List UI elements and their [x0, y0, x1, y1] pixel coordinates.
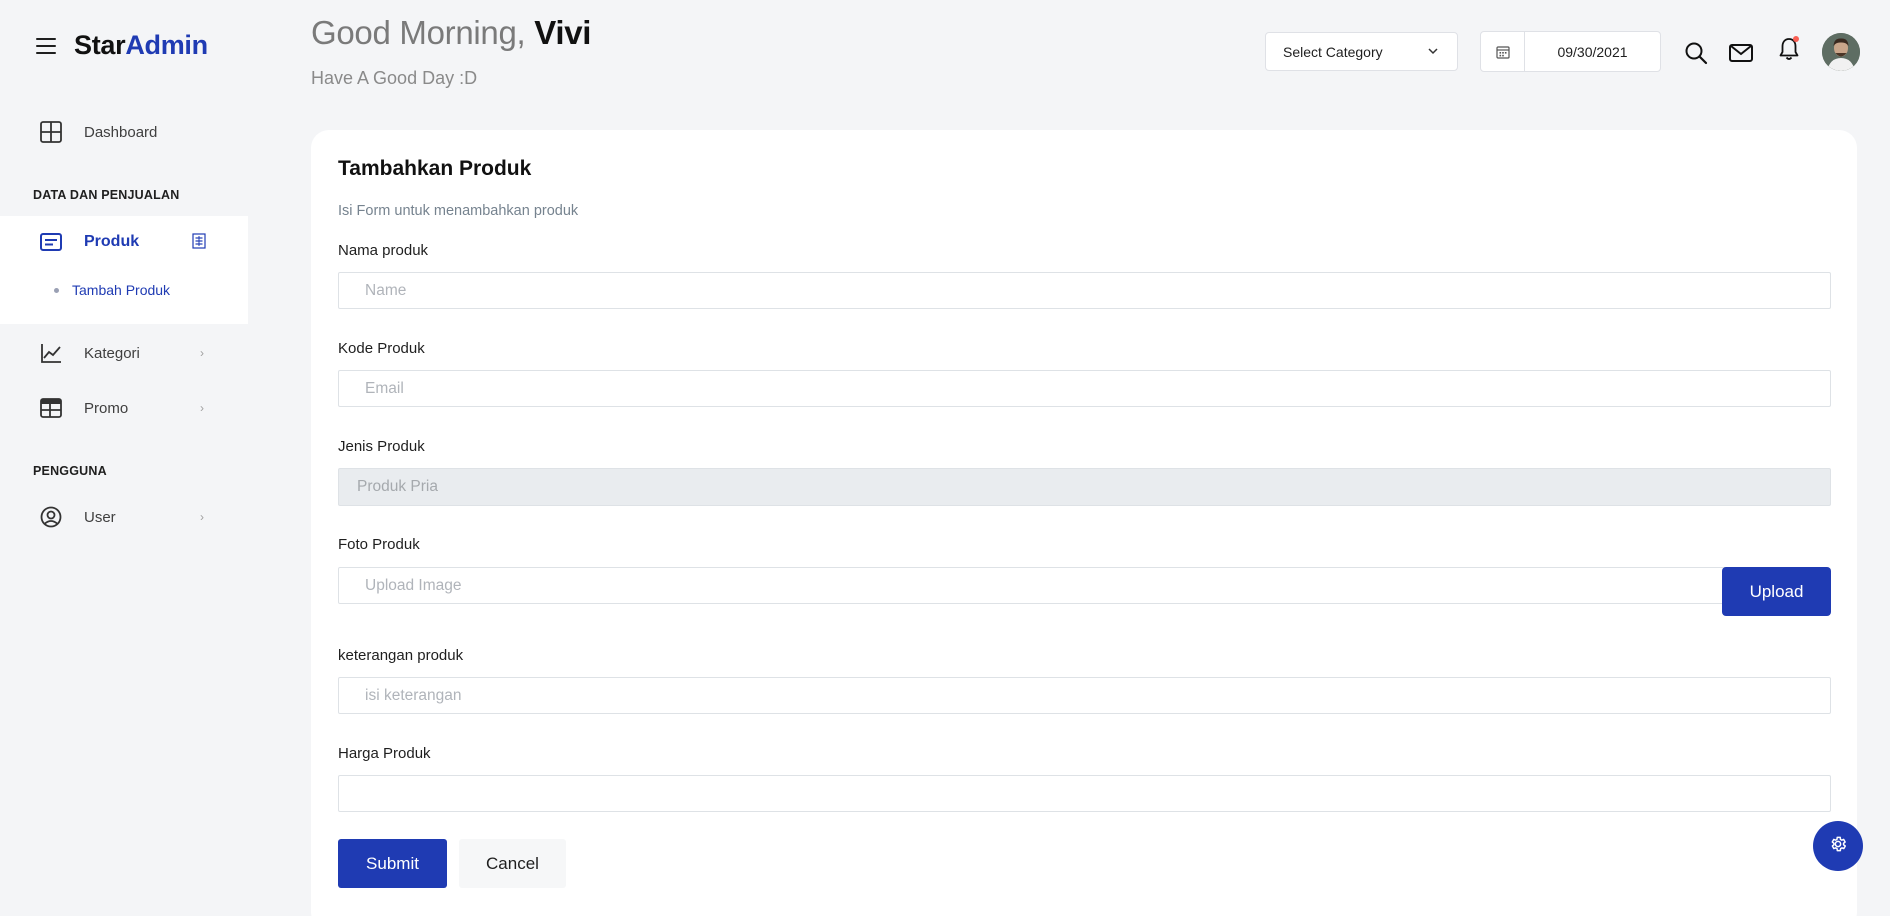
cancel-button[interactable]: Cancel	[459, 839, 566, 888]
sidebar-item-label: Kategori	[84, 344, 140, 362]
sidebar-item-user[interactable]: User ›	[0, 492, 248, 542]
menu-open-icon	[192, 233, 206, 249]
chevron-right-icon: ›	[200, 510, 204, 524]
chart-line-icon	[38, 340, 64, 366]
chevron-right-icon: ›	[200, 346, 204, 360]
foto-produk-input[interactable]: Upload Image	[338, 567, 1728, 604]
section-label-users: PENGGUNA	[33, 464, 107, 478]
sidebar-item-label: Produk	[84, 233, 140, 250]
sidebar-item-produk[interactable]: Produk	[0, 216, 248, 268]
sidebar-subitem-label: Tambah Produk	[72, 282, 171, 298]
kode-produk-label: Kode Produk	[338, 340, 425, 357]
submit-button[interactable]: Submit	[338, 839, 447, 888]
section-label-sales: DATA DAN PENJUALAN	[33, 188, 180, 202]
sidebar: StarAdmin Dashboard DATA DAN PENJUALAN P…	[0, 0, 248, 916]
user-name: Vivi	[534, 14, 592, 51]
nama-produk-input[interactable]: Name	[338, 272, 1831, 309]
harga-produk-input[interactable]	[338, 775, 1831, 812]
sidebar-item-kategori[interactable]: Kategori ›	[0, 328, 248, 378]
bullet-icon	[54, 287, 59, 293]
kode-produk-input[interactable]: Email	[338, 370, 1831, 407]
jenis-produk-input[interactable]: Produk Pria	[338, 468, 1831, 506]
nama-produk-label: Nama produk	[338, 242, 429, 259]
bell-icon[interactable]	[1776, 36, 1802, 62]
category-select[interactable]: Select Category	[1265, 32, 1458, 71]
keterangan-produk-label: keterangan produk	[338, 647, 464, 664]
date-value: 09/30/2021	[1557, 43, 1628, 60]
account-circle-icon	[38, 504, 64, 530]
settings-fab[interactable]	[1813, 821, 1863, 871]
sidebar-item-label: User	[84, 508, 116, 526]
harga-produk-label: Harga Produk	[338, 745, 431, 762]
menu-icon[interactable]	[36, 37, 56, 54]
notification-dot	[1793, 36, 1799, 42]
chevron-right-icon: ›	[200, 401, 204, 415]
sidebar-item-label: Dashboard	[84, 123, 158, 141]
brand: StarAdmin	[36, 30, 208, 61]
add-product-card: Tambahkan Produk Isi Form untuk menambah…	[311, 130, 1857, 916]
calendar-icon[interactable]	[1481, 32, 1525, 71]
card-description: Isi Form untuk menambahkan produk	[338, 203, 579, 219]
avatar[interactable]	[1822, 33, 1860, 71]
search-icon[interactable]	[1683, 40, 1709, 66]
gear-icon	[1829, 835, 1847, 858]
foto-produk-label: Foto Produk	[338, 536, 420, 553]
chevron-down-icon	[1428, 48, 1438, 55]
brand-logo[interactable]: StarAdmin	[74, 30, 208, 61]
grid-icon	[38, 119, 64, 145]
jenis-produk-label: Jenis Produk	[338, 438, 425, 455]
date-picker[interactable]: 09/30/2021	[1480, 31, 1661, 72]
category-select-value: Select Category	[1283, 43, 1383, 60]
sidebar-subitem-tambah-produk[interactable]: Tambah Produk	[54, 282, 170, 298]
sidebar-item-promo[interactable]: Promo ›	[0, 383, 248, 433]
upload-button[interactable]: Upload	[1722, 567, 1831, 616]
sidebar-item-label: Promo	[84, 399, 129, 417]
card-text-icon	[38, 229, 64, 255]
sidebar-item-dashboard[interactable]: Dashboard	[0, 107, 248, 157]
keterangan-produk-input[interactable]: isi keterangan	[338, 677, 1831, 714]
table-icon	[38, 395, 64, 421]
greeting-heading: Good Morning, Vivi	[311, 14, 592, 51]
card-title: Tambahkan Produk	[338, 157, 532, 180]
greeting-subtitle: Have A Good Day :D	[311, 68, 478, 88]
mail-icon[interactable]	[1728, 40, 1754, 66]
